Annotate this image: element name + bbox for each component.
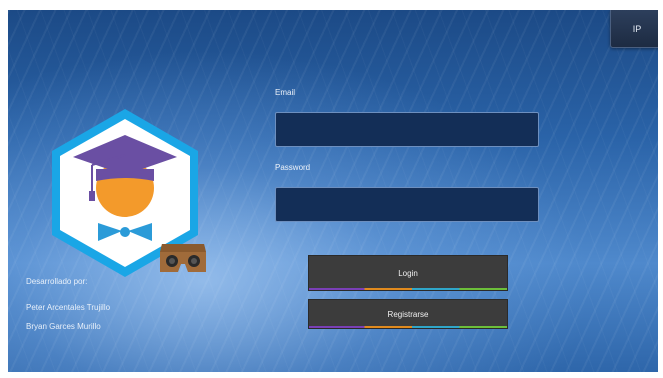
button-accent-bar bbox=[309, 288, 507, 290]
email-label: Email bbox=[275, 88, 296, 97]
credits-author: Peter Arcentales Trujillo bbox=[26, 303, 111, 312]
register-button[interactable]: Registrarse bbox=[308, 299, 508, 329]
login-button-label: Login bbox=[398, 268, 418, 278]
email-field[interactable] bbox=[275, 112, 539, 147]
credits-heading: Desarrollado por: bbox=[26, 277, 88, 286]
register-button-label: Registrarse bbox=[387, 309, 429, 319]
ip-button[interactable]: IP bbox=[610, 10, 658, 48]
vr-cardboard-icon bbox=[160, 244, 206, 272]
login-screen: IP Desarrollado por: Peter Arcentales Tr… bbox=[8, 10, 658, 372]
ip-button-label: IP bbox=[632, 23, 642, 34]
credits-author: Bryan Garces Murillo bbox=[26, 322, 101, 331]
button-accent-bar bbox=[309, 326, 507, 328]
password-field[interactable] bbox=[275, 187, 539, 222]
login-button[interactable]: Login bbox=[308, 255, 508, 291]
password-label: Password bbox=[275, 163, 311, 172]
